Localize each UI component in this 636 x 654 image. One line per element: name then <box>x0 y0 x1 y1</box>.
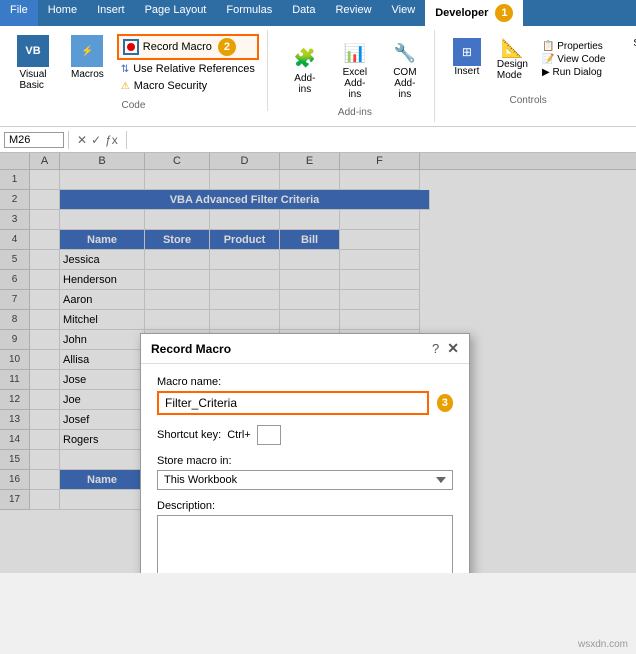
macro-name-field: Macro name: 3 <box>157 376 453 415</box>
store-macro-field: Store macro in: This Workbook Personal M… <box>157 455 453 490</box>
name-box[interactable] <box>4 132 64 148</box>
modal-title: Record Macro <box>151 342 231 356</box>
insert-control-button[interactable]: ⊞ Insert <box>447 34 487 85</box>
com-addins-icon: 🔧 <box>391 39 419 67</box>
addins-group-label: Add-ins <box>284 105 426 118</box>
code-group-label: Code <box>8 98 259 111</box>
tab-developer[interactable]: Developer 1 <box>425 0 523 26</box>
addin-buttons: 🧩 Add-ins 📊 ExcelAdd-ins 🔧 COM Add-ins <box>284 34 426 105</box>
addins-icon: 🧩 <box>291 45 319 73</box>
source-button[interactable]: Source <box>629 34 636 53</box>
addins-group: 🧩 Add-ins 📊 ExcelAdd-ins 🔧 COM Add-ins A… <box>276 30 435 122</box>
ribbon: File Home Insert Page Layout Formulas Da… <box>0 0 636 127</box>
modal-titlebar: Record Macro ? ✕ <box>141 334 469 364</box>
design-mode-icon: 📐 <box>501 38 523 59</box>
excel-addins-icon: 📊 <box>341 39 369 67</box>
addins-button[interactable]: 🧩 Add-ins <box>284 40 326 100</box>
design-mode-button[interactable]: 📐 Design Mode <box>491 34 534 85</box>
formula-divider <box>68 131 69 149</box>
design-mode-label: Design Mode <box>497 59 528 81</box>
macro-security-button[interactable]: ⚠ Macro Security <box>117 78 259 94</box>
description-input[interactable] <box>157 515 453 573</box>
confirm-formula-icon[interactable]: ✓ <box>91 133 101 147</box>
com-addins-button[interactable]: 🔧 COM Add-ins <box>384 34 426 105</box>
ribbon-content: VB VisualBasic ⚡ Macros Record Macro 2 <box>0 26 636 126</box>
code-group: VB VisualBasic ⚡ Macros Record Macro 2 <box>8 30 268 111</box>
shortcut-label: Shortcut key: <box>157 429 221 441</box>
controls-group: ⊞ Insert 📐 Design Mode 📋 Properties 📝 Vi… <box>439 30 618 110</box>
tab-data[interactable]: Data <box>282 0 325 26</box>
shortcut-input[interactable] <box>257 425 281 445</box>
watermark: wsxdn.com <box>578 639 628 650</box>
ribbon-small-buttons: Record Macro 2 ⇅ Use Relative References… <box>117 30 259 98</box>
tab-review[interactable]: Review <box>325 0 381 26</box>
record-macro-dialog: Record Macro ? ✕ Macro name: 3 Shortcut … <box>140 333 470 573</box>
record-dot <box>127 43 135 51</box>
tab-formulas[interactable]: Formulas <box>216 0 282 26</box>
controls-group-label: Controls <box>447 93 610 106</box>
relative-references-label: Use Relative References <box>133 63 255 75</box>
formula-input[interactable] <box>131 133 632 147</box>
macro-name-badge: 3 <box>437 394 453 412</box>
source-group: Source <box>621 30 636 110</box>
record-macro-button[interactable]: Record Macro 2 <box>117 34 259 60</box>
macros-button[interactable]: ⚡ Macros <box>62 30 113 85</box>
tab-file[interactable]: File <box>0 0 38 26</box>
store-macro-select-wrapper: This Workbook Personal Macro Workbook Ne… <box>157 470 453 490</box>
formula-divider-2 <box>126 131 127 149</box>
description-label: Description: <box>157 500 453 512</box>
properties-button[interactable]: 📋 Properties <box>538 40 609 53</box>
record-icon <box>123 39 139 55</box>
visual-basic-icon: VB <box>17 35 49 67</box>
run-dialog-button[interactable]: ▶ Run Dialog <box>538 66 609 79</box>
description-field: Description: <box>157 500 453 573</box>
tab-view[interactable]: View <box>382 0 426 26</box>
modal-close-button[interactable]: ✕ <box>447 340 459 357</box>
macros-icon: ⚡ <box>71 35 103 67</box>
cancel-formula-icon[interactable]: ✕ <box>77 133 87 147</box>
store-macro-select[interactable]: This Workbook Personal Macro Workbook Ne… <box>157 470 453 490</box>
insert-function-icon[interactable]: ƒx <box>105 133 118 147</box>
modal-body: Macro name: 3 Shortcut key: Ctrl+ Store … <box>141 364 469 573</box>
modal-titlebar-controls: ? ✕ <box>432 340 459 357</box>
shortcut-key-row: Shortcut key: Ctrl+ <box>157 425 453 445</box>
addins-label: Add-ins <box>294 73 315 95</box>
ctrl-label: Ctrl+ <box>227 429 251 441</box>
visual-basic-button[interactable]: VB VisualBasic <box>8 30 58 96</box>
macro-name-input[interactable] <box>157 391 429 415</box>
record-macro-label: Record Macro <box>143 41 212 53</box>
modal-help-button[interactable]: ? <box>432 341 439 356</box>
spreadsheet: A B C D E F 1 2 VBA Advanced Filter Crit… <box>0 153 636 573</box>
formula-bar: ✕ ✓ ƒx <box>0 127 636 153</box>
tab-page-layout[interactable]: Page Layout <box>135 0 217 26</box>
excel-addins-label: ExcelAdd-ins <box>341 67 369 100</box>
macro-security-label: Macro Security <box>134 80 207 92</box>
insert-control-icon: ⊞ <box>453 38 481 66</box>
tab-insert[interactable]: Insert <box>87 0 135 26</box>
modal-overlay: Record Macro ? ✕ Macro name: 3 Shortcut … <box>0 153 636 573</box>
visual-basic-label: VisualBasic <box>19 69 46 91</box>
view-code-button[interactable]: 📝 View Code <box>538 53 609 66</box>
store-macro-label: Store macro in: <box>157 455 453 467</box>
macros-label: Macros <box>71 69 104 80</box>
record-macro-badge: 2 <box>218 38 236 56</box>
formula-icons: ✕ ✓ ƒx <box>73 133 122 147</box>
tab-home[interactable]: Home <box>38 0 87 26</box>
ribbon-tabs: File Home Insert Page Layout Formulas Da… <box>0 0 636 26</box>
excel-addins-button[interactable]: 📊 ExcelAdd-ins <box>334 34 376 105</box>
properties-group: 📋 Properties 📝 View Code ▶ Run Dialog <box>538 34 609 85</box>
com-addins-label: COM Add-ins <box>391 67 419 100</box>
developer-badge: 1 <box>495 4 513 22</box>
macro-name-label: Macro name: <box>157 376 453 388</box>
relative-references-button[interactable]: ⇅ Use Relative References <box>117 61 259 77</box>
insert-control-label: Insert <box>454 66 479 77</box>
controls-top: ⊞ Insert 📐 Design Mode 📋 Properties 📝 Vi… <box>447 34 610 85</box>
